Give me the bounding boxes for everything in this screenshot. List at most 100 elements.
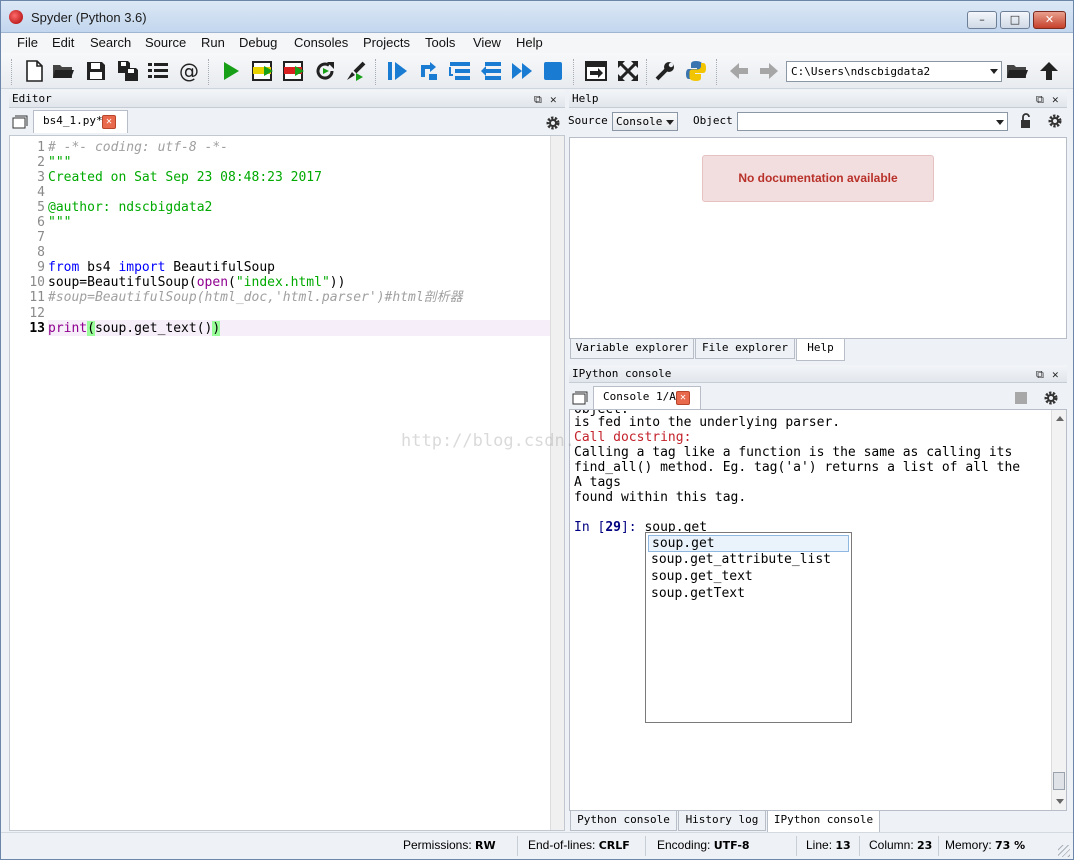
scroll-up-icon[interactable] xyxy=(1056,416,1064,421)
run-icon[interactable] xyxy=(219,59,243,83)
new-file-icon[interactable] xyxy=(22,59,46,83)
menu-search[interactable]: Search xyxy=(90,35,131,50)
encoding-value: UTF-8 xyxy=(713,839,750,852)
line-number: 10 xyxy=(29,275,45,290)
encoding-label: Encoding: xyxy=(657,838,711,852)
undock-icon[interactable]: ⧉ xyxy=(1036,91,1044,108)
maximize-button[interactable]: □ xyxy=(1000,11,1030,29)
menu-tools[interactable]: Tools xyxy=(425,35,455,50)
editor-scrollbar[interactable] xyxy=(550,136,564,830)
back-icon[interactable] xyxy=(727,59,751,83)
lock-icon[interactable] xyxy=(1018,113,1034,129)
continue-icon[interactable] xyxy=(510,59,534,83)
close-pane-icon[interactable]: ✕ xyxy=(550,91,557,108)
python-path-icon[interactable] xyxy=(684,59,708,83)
debug-icon[interactable] xyxy=(385,59,409,83)
menu-run[interactable]: Run xyxy=(201,35,225,50)
autocomplete-popup[interactable]: soup.get soup.get_attribute_list soup.ge… xyxy=(645,532,852,723)
browse-tabs-icon[interactable] xyxy=(12,114,28,130)
at-icon[interactable]: @ xyxy=(177,59,201,83)
no-documentation-message: No documentation available xyxy=(702,155,934,202)
list-icon[interactable] xyxy=(146,59,170,83)
completion-item[interactable]: soup.getText xyxy=(648,586,849,603)
line-number: 9 xyxy=(37,260,45,275)
editor-tab-bar: bs4_1.py* ✕ xyxy=(9,109,565,133)
scrollbar-thumb[interactable] xyxy=(1053,772,1065,790)
toolbar-separator xyxy=(375,59,377,85)
run-selection-icon[interactable] xyxy=(344,59,368,83)
menu-consoles[interactable]: Consoles xyxy=(294,35,348,50)
menu-source[interactable]: Source xyxy=(145,35,186,50)
builtin-token: print xyxy=(48,321,88,336)
step-icon[interactable] xyxy=(417,59,441,83)
undock-icon[interactable]: ⧉ xyxy=(534,91,542,108)
rerun-icon[interactable] xyxy=(313,59,337,83)
code-area[interactable]: # -*- coding: utf-8 -*- """ Created on S… xyxy=(48,136,550,830)
minimize-button[interactable]: – xyxy=(967,11,997,29)
code-line: """ xyxy=(48,215,72,230)
browse-tabs-icon[interactable] xyxy=(572,390,588,406)
gear-icon[interactable] xyxy=(1047,113,1063,129)
line-number: 3 xyxy=(37,170,45,185)
code-line: # -*- coding: utf-8 -*- xyxy=(48,140,229,155)
module-token: bs4 xyxy=(79,260,119,275)
working-directory-combo[interactable]: C:\Users\ndscbigdata2 xyxy=(786,61,1002,82)
undock-icon[interactable]: ⧉ xyxy=(1036,366,1044,383)
line-value: 13 xyxy=(835,839,851,852)
code-line-soup: soup=BeautifulSoup(open("index.html")) xyxy=(48,275,345,290)
step-into-icon[interactable] xyxy=(448,59,472,83)
permissions-value: RW xyxy=(475,839,496,852)
completion-item[interactable]: soup.get_attribute_list xyxy=(648,552,849,569)
tab-history-log[interactable]: History log xyxy=(678,811,766,831)
scroll-down-icon[interactable] xyxy=(1056,799,1064,804)
run-cell-icon[interactable] xyxy=(251,59,275,83)
menu-bar: File Edit Search Source Run Debug Consol… xyxy=(1,33,1073,53)
tab-ipython-console[interactable]: IPython console xyxy=(767,811,880,833)
completion-item[interactable]: soup.get_text xyxy=(648,569,849,586)
object-combo[interactable] xyxy=(737,112,1008,131)
completion-item-selected[interactable]: soup.get xyxy=(648,535,849,552)
menu-view[interactable]: View xyxy=(473,35,501,50)
open-file-icon[interactable] xyxy=(51,59,75,83)
tab-file-explorer[interactable]: File explorer xyxy=(695,339,795,359)
parent-dir-icon[interactable] xyxy=(1037,59,1061,83)
close-tab-icon[interactable]: ✕ xyxy=(676,391,690,405)
stop-kernel-icon[interactable] xyxy=(1013,390,1029,406)
console-line: is fed into the underlying parser. xyxy=(574,415,841,430)
menu-file[interactable]: File xyxy=(17,35,38,50)
chevron-down-icon xyxy=(990,69,998,74)
gear-icon[interactable] xyxy=(545,115,561,131)
menu-debug[interactable]: Debug xyxy=(239,35,277,50)
stop-icon[interactable] xyxy=(541,59,565,83)
run-cell-advance-icon[interactable] xyxy=(282,59,306,83)
prompt-in: In [ xyxy=(574,520,606,535)
tab-python-console[interactable]: Python console xyxy=(570,811,677,831)
source-select[interactable]: Console xyxy=(612,112,678,131)
close-pane-icon[interactable]: ✕ xyxy=(1052,366,1059,383)
gear-icon[interactable] xyxy=(1043,390,1059,406)
save-all-icon[interactable] xyxy=(116,59,140,83)
preferences-icon[interactable] xyxy=(653,59,677,83)
fullscreen-icon[interactable] xyxy=(616,59,640,83)
step-return-icon[interactable] xyxy=(479,59,503,83)
browse-folder-icon[interactable] xyxy=(1005,59,1029,83)
tab-help[interactable]: Help xyxy=(796,339,845,361)
maximize-pane-icon[interactable] xyxy=(584,59,608,83)
tab-variable-explorer[interactable]: Variable explorer xyxy=(570,339,694,359)
resize-grip[interactable] xyxy=(1058,845,1070,857)
menu-help[interactable]: Help xyxy=(516,35,543,50)
close-tab-icon[interactable]: ✕ xyxy=(102,115,116,129)
console-scrollbar[interactable] xyxy=(1051,410,1066,810)
keyword-token: import xyxy=(118,260,166,275)
menu-projects[interactable]: Projects xyxy=(363,35,410,50)
status-column: Column: 23 xyxy=(869,838,932,852)
close-pane-icon[interactable]: ✕ xyxy=(1052,91,1059,108)
close-button[interactable]: ✕ xyxy=(1033,11,1066,29)
tab-console-1a[interactable]: Console 1/A ✕ xyxy=(593,386,701,409)
forward-icon[interactable] xyxy=(757,59,781,83)
menu-edit[interactable]: Edit xyxy=(52,35,74,50)
tab-bs4-1-py[interactable]: bs4_1.py* ✕ xyxy=(33,110,128,133)
code-editor[interactable]: 1 2 3 4 5 6 7 8 9 10 11 12 13 # -*- codi… xyxy=(9,135,565,831)
save-icon[interactable] xyxy=(84,59,108,83)
line-number-gutter: 1 2 3 4 5 6 7 8 9 10 11 12 13 xyxy=(10,136,47,830)
